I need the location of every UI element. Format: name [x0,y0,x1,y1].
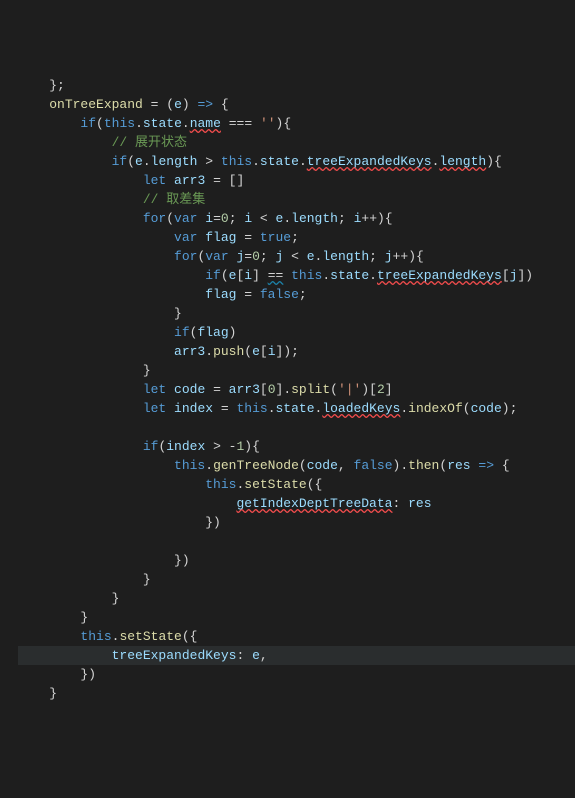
code-line[interactable]: for(var i=0; i < e.length; i++){ [18,209,575,228]
code-line[interactable]: this.setState({ [18,475,575,494]
code-line[interactable]: }) [18,513,575,532]
code-line[interactable]: if(flag) [18,323,575,342]
code-line[interactable] [18,532,575,551]
code-line[interactable]: let code = arr3[0].split('|')[2] [18,380,575,399]
code-line[interactable]: getIndexDeptTreeData: res [18,494,575,513]
code-line[interactable]: } [18,304,575,323]
code-line[interactable]: let arr3 = [] [18,171,575,190]
code-line[interactable]: this.setState({ [18,627,575,646]
code-line[interactable]: if(this.state.name === ''){ [18,114,575,133]
code-line[interactable]: flag = false; [18,285,575,304]
code-line[interactable]: } [18,608,575,627]
code-line[interactable]: } [18,589,575,608]
code-line[interactable]: if(e.length > this.state.treeExpandedKey… [18,152,575,171]
code-line[interactable]: var flag = true; [18,228,575,247]
code-line[interactable]: }) [18,665,575,684]
code-editor[interactable]: }; onTreeExpand = (e) => { if(this.state… [0,76,575,703]
code-line[interactable]: }; [18,76,575,95]
code-line[interactable]: for(var j=0; j < e.length; j++){ [18,247,575,266]
code-line[interactable]: }) [18,551,575,570]
code-line[interactable]: } [18,361,575,380]
code-line[interactable] [18,418,575,437]
code-line[interactable]: let index = this.state.loadedKeys.indexO… [18,399,575,418]
code-line[interactable]: treeExpandedKeys: e, [18,646,575,665]
code-line[interactable]: // 取差集 [18,190,575,209]
code-line[interactable]: } [18,570,575,589]
code-line[interactable]: arr3.push(e[i]); [18,342,575,361]
code-line[interactable]: if(e[i] == this.state.treeExpandedKeys[j… [18,266,575,285]
code-line[interactable]: onTreeExpand = (e) => { [18,95,575,114]
code-line[interactable]: // 展开状态 [18,133,575,152]
code-line[interactable]: } [18,684,575,703]
code-line[interactable]: if(index > -1){ [18,437,575,456]
code-line[interactable]: this.genTreeNode(code, false).then(res =… [18,456,575,475]
